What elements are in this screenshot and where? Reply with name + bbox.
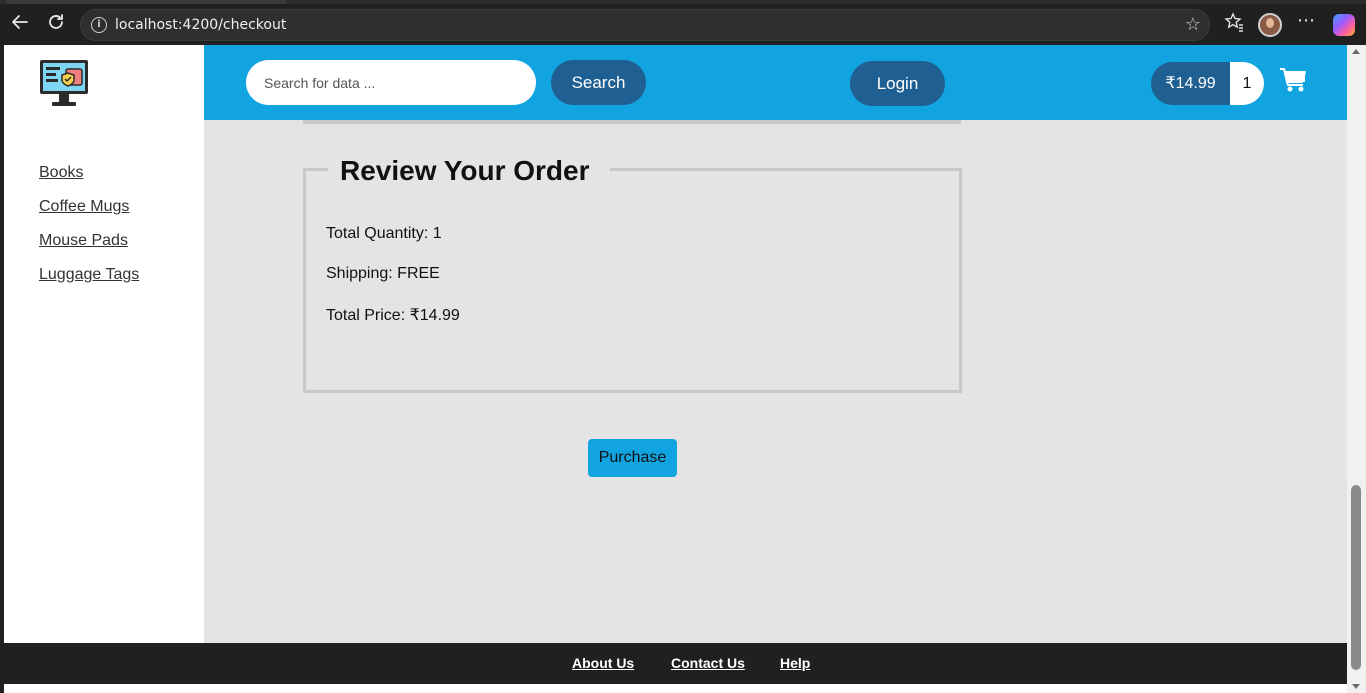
sidebar-item-coffee-mugs[interactable]: Coffee Mugs — [39, 198, 129, 216]
login-button[interactable]: Login — [850, 61, 945, 106]
shopping-cart-icon[interactable] — [1279, 67, 1307, 93]
total-price: Total Price: ₹14.99 — [326, 307, 460, 324]
footer-link-about-us[interactable]: About Us — [572, 655, 634, 671]
scrollbar-thumb[interactable] — [1351, 485, 1361, 670]
scroll-down-icon[interactable] — [1352, 684, 1360, 689]
category-sidebar: Books Coffee Mugs Mouse Pads Luggage Tag… — [4, 120, 204, 643]
purchase-button[interactable]: Purchase — [588, 439, 677, 477]
divider — [303, 120, 961, 124]
cart-price[interactable]: ₹14.99 — [1151, 62, 1230, 105]
copilot-icon[interactable] — [1333, 14, 1355, 36]
site-header: Search Login ₹14.99 1 — [204, 45, 1347, 120]
back-icon[interactable] — [8, 12, 32, 36]
order-review-title: Review Your Order — [328, 155, 610, 187]
site-footer: About Us Contact Us Help — [4, 643, 1347, 684]
sidebar-item-mouse-pads[interactable]: Mouse Pads — [39, 232, 128, 250]
tab-strip — [0, 0, 1366, 4]
shipping-info: Shipping: FREE — [326, 265, 440, 282]
active-tab[interactable] — [6, 0, 286, 4]
browser-toolbar: i localhost:4200/checkout ☆ ⋯ — [0, 0, 1366, 45]
sidebar-item-luggage-tags[interactable]: Luggage Tags — [39, 266, 139, 284]
total-quantity: Total Quantity: 1 — [326, 225, 442, 242]
sidebar-item-books[interactable]: Books — [39, 164, 83, 182]
favorites-icon[interactable] — [1224, 12, 1244, 37]
footer-link-contact-us[interactable]: Contact Us — [671, 655, 745, 671]
url-text[interactable]: localhost:4200/checkout — [115, 17, 286, 33]
favorite-star-icon[interactable]: ☆ — [1185, 14, 1201, 35]
store-logo-icon[interactable] — [38, 57, 90, 109]
page-scrollbar[interactable] — [1347, 45, 1366, 693]
scroll-up-icon[interactable] — [1352, 49, 1360, 54]
reload-icon[interactable] — [44, 12, 68, 36]
page-content: Search Login ₹14.99 1 Books Coffee Mugs … — [4, 45, 1347, 693]
search-button[interactable]: Search — [551, 60, 646, 105]
profile-avatar[interactable] — [1258, 13, 1282, 37]
logo-area — [4, 45, 204, 120]
search-input[interactable] — [246, 60, 536, 105]
more-icon[interactable]: ⋯ — [1297, 10, 1315, 31]
address-bar[interactable]: i localhost:4200/checkout ☆ — [80, 9, 1210, 41]
footer-link-help[interactable]: Help — [780, 655, 810, 671]
site-info-icon[interactable]: i — [91, 17, 107, 33]
cart-count[interactable]: 1 — [1230, 62, 1264, 105]
cart-summary[interactable]: ₹14.99 1 — [1151, 62, 1264, 105]
page-bottom — [4, 684, 1347, 693]
